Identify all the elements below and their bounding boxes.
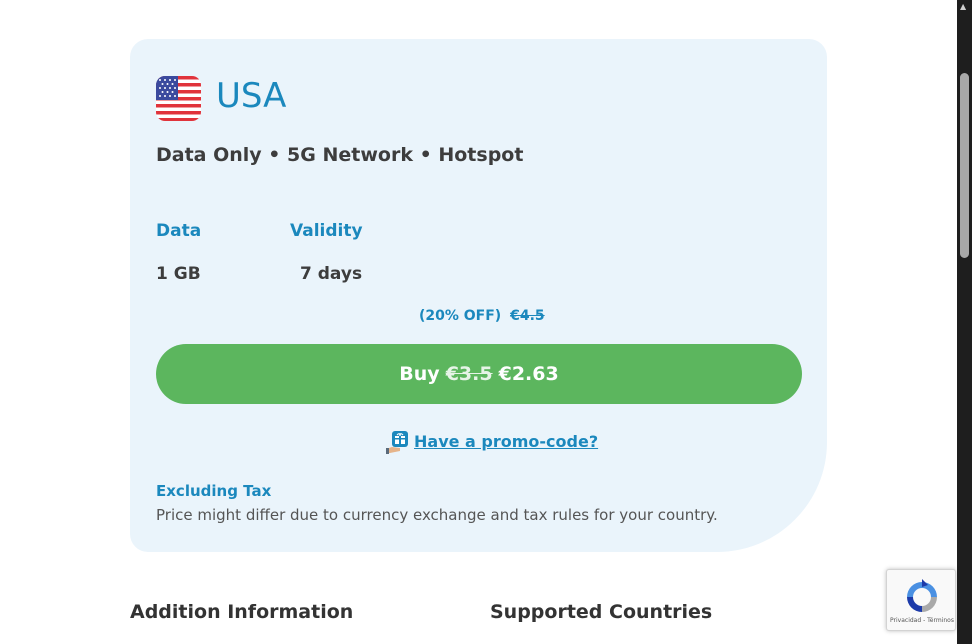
country-title: USA (216, 76, 287, 116)
data-value: 1 GB (156, 264, 201, 284)
buy-label: Buy (399, 363, 440, 385)
gift-hand-icon (386, 429, 410, 455)
tax-note: Price might differ due to currency excha… (156, 506, 718, 524)
promo-code-row: Have a promo-code? (386, 429, 598, 455)
original-price: €4.5 (510, 308, 545, 324)
buy-button[interactable]: Buy €3.5 €2.63 (156, 344, 802, 404)
page: USA Data Only • 5G Network • Hotspot Dat… (0, 0, 957, 644)
recaptcha-badge[interactable]: Privacidad - Términos (886, 569, 956, 631)
recaptcha-icon (903, 578, 941, 616)
validity-value: 7 days (300, 264, 363, 284)
usa-flag-icon (156, 76, 201, 121)
recaptcha-terms[interactable]: Privacidad - Términos (887, 617, 957, 625)
validity-label: Validity (290, 221, 363, 241)
buy-price: €2.63 (498, 363, 559, 385)
additional-info-heading: Addition Information (130, 601, 354, 623)
buy-old-price: €3.5 (445, 363, 493, 385)
plan-features: Data Only • 5G Network • Hotspot (156, 144, 524, 166)
discount-info: (20% OFF) €4.5 (419, 306, 545, 326)
promo-code-link[interactable]: Have a promo-code? (414, 431, 598, 453)
scrollbar-thumb[interactable] (960, 73, 969, 258)
data-label: Data (156, 221, 202, 241)
tax-title: Excluding Tax (156, 482, 272, 500)
scroll-up-arrow-icon[interactable]: ▲ (960, 3, 966, 11)
discount-percent: (20% OFF) (419, 308, 502, 324)
supported-countries-heading: Supported Countries (490, 601, 713, 623)
